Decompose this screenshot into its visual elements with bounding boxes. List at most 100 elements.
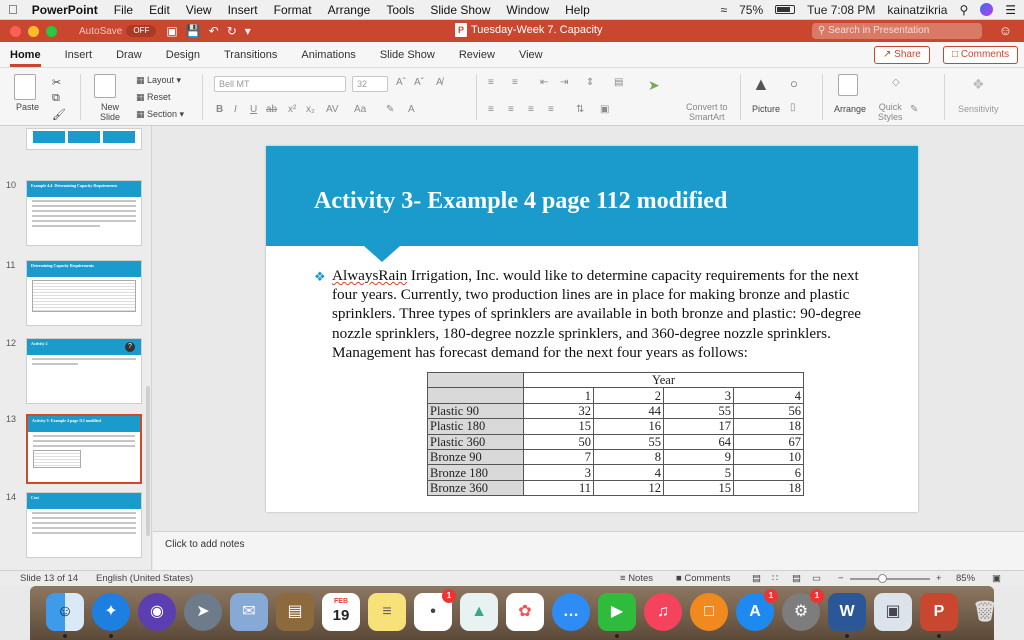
layout-button[interactable]: ▦ Layout ▾ [136, 75, 181, 86]
normal-view-icon[interactable]: ▤ [752, 573, 761, 584]
format-painter-icon[interactable]: 🖌 [52, 108, 66, 121]
zoom-in-icon[interactable]: + [936, 573, 942, 584]
align-text-icon[interactable]: ▣ [600, 104, 609, 115]
tab-view[interactable]: View [519, 43, 543, 67]
thumbnails-scrollbar[interactable] [146, 386, 150, 536]
line-spacing-icon[interactable]: ⇕ [586, 77, 594, 88]
change-case-icon[interactable]: Aa [354, 104, 366, 115]
menu-file[interactable]: File [114, 3, 133, 17]
increase-indent-icon[interactable]: ⇥ [560, 77, 568, 88]
preview-icon[interactable]: ▣ [874, 593, 912, 631]
align-center-icon[interactable]: ≡ [508, 104, 514, 115]
clear-formatting-icon[interactable]: A̸ [436, 77, 443, 88]
apple-icon[interactable]:  [8, 2, 18, 17]
slideshow-view-icon[interactable]: ▭ [812, 573, 821, 584]
language-indicator[interactable]: English (United States) [96, 573, 193, 584]
slide-thumbnail-12[interactable]: Activity 2 ? [26, 338, 142, 404]
share-button[interactable]: ↗ Share [874, 46, 930, 64]
numbering-icon[interactable]: ≡ [512, 77, 518, 88]
system-preferences-icon[interactable]: ⚙ 1 [782, 589, 824, 631]
tab-home[interactable]: Home [10, 43, 41, 67]
slide-thumbnail-11[interactable]: Determining Capacity Requirements [26, 260, 142, 326]
notes-placeholder[interactable]: Click to add notes [165, 539, 245, 550]
align-right-icon[interactable]: ≡ [528, 104, 534, 115]
arrange-label[interactable]: Arrange [834, 104, 866, 114]
fit-slide-icon[interactable]: ▣ [992, 573, 1001, 584]
notification-center-icon[interactable]: ☰ [1005, 3, 1016, 17]
minimize-window-button[interactable] [28, 25, 39, 37]
picture-icon[interactable]: ▲ [752, 74, 770, 95]
slide-thumbnail-13-selected[interactable]: Activity 3- Example 4 page 112 modified [26, 414, 142, 484]
justify-icon[interactable]: ≡ [548, 104, 554, 115]
music-icon[interactable]: ♫ [644, 593, 682, 631]
menu-slide-show[interactable]: Slide Show [430, 3, 490, 17]
slide[interactable]: Activity 3- Example 4 page 112 modified … [266, 146, 918, 512]
text-direction-icon[interactable]: ⇅ [576, 104, 584, 115]
zoom-slider-knob[interactable] [878, 574, 887, 583]
paste-label[interactable]: Paste [16, 102, 39, 112]
powerpoint-icon[interactable]: P [920, 593, 958, 631]
bold-icon[interactable]: B [216, 104, 223, 115]
tab-draw[interactable]: Draw [116, 43, 142, 67]
user-name[interactable]: kainatzikria [887, 3, 947, 17]
reminders-icon[interactable]: • 1 [414, 589, 456, 631]
menu-tools[interactable]: Tools [386, 3, 414, 17]
new-slide-icon[interactable] [94, 74, 116, 98]
shape-outline-icon[interactable]: ✎ [910, 104, 918, 115]
search-input[interactable]: ⚲ Search in Presentation [812, 23, 982, 39]
reading-view-icon[interactable]: ▤ [792, 573, 801, 584]
section-button[interactable]: ▦ Section ▾ [136, 109, 184, 120]
trash-icon[interactable]: 🗑 [966, 593, 1004, 631]
convert-to-smartart-label[interactable]: Convert to SmartArt [686, 102, 728, 122]
menu-insert[interactable]: Insert [228, 3, 258, 17]
contacts-icon[interactable]: ▤ [276, 593, 314, 631]
tab-review[interactable]: Review [459, 43, 495, 67]
convert-smartart-icon[interactable]: ➤ [648, 77, 660, 94]
facetime-icon[interactable]: ▶ [598, 593, 636, 631]
slide-thumbnail-9[interactable] [26, 128, 142, 150]
underline-icon[interactable]: U [250, 104, 257, 115]
close-window-button[interactable] [10, 25, 21, 37]
shapes-icon[interactable]: ○ [790, 76, 798, 91]
menu-format[interactable]: Format [274, 3, 312, 17]
cut-icon[interactable]: ✂ [52, 76, 61, 89]
slide-thumbnail-14[interactable]: Cost [26, 492, 142, 558]
decrease-font-size-icon[interactable]: Aˇ [414, 77, 424, 88]
sensitivity-label[interactable]: Sensitivity [958, 104, 999, 114]
safari-icon[interactable]: ✦ [92, 593, 130, 631]
notes-pane[interactable]: Click to add notes [153, 531, 1024, 570]
save-icon[interactable]: 💾 [186, 24, 201, 38]
zoom-window-button[interactable] [46, 25, 57, 37]
siri-icon[interactable] [980, 3, 994, 16]
subscript-icon[interactable]: x₂ [306, 104, 315, 115]
tab-design[interactable]: Design [166, 43, 200, 67]
notes-app-icon[interactable]: ≡ [368, 593, 406, 631]
presenter-icon[interactable]: ▣ [166, 24, 177, 38]
quick-styles-label[interactable]: Quick Styles [878, 102, 903, 122]
slide-title[interactable]: Activity 3- Example 4 page 112 modified [314, 188, 727, 215]
slide-body-text[interactable]: ❖ AlwaysRain Irrigation, Inc. would like… [314, 266, 884, 362]
strikethrough-icon[interactable]: ab [266, 104, 277, 115]
italic-icon[interactable]: I [234, 104, 237, 115]
arrange-icon[interactable] [838, 74, 858, 96]
comments-button[interactable]: □ Comments [943, 46, 1019, 64]
highlight-icon[interactable]: ✎ [386, 104, 394, 115]
slide-thumbnails-pane[interactable]: 10 Example 4.4- Determining Capacity Req… [0, 126, 152, 570]
spotlight-search-icon[interactable]: ⚲ [959, 3, 968, 17]
align-left-icon[interactable]: ≡ [488, 104, 494, 115]
siri-app-icon[interactable]: ◉ [138, 593, 176, 631]
reset-button[interactable]: ▦ Reset [136, 92, 171, 103]
superscript-icon[interactable]: x² [288, 104, 296, 115]
autosave-toggle[interactable]: OFF [126, 25, 157, 37]
new-slide-label[interactable]: New Slide [100, 102, 120, 122]
bullets-icon[interactable]: ≡ [488, 77, 494, 88]
books-icon[interactable]: □ [690, 593, 728, 631]
mail-icon[interactable]: ✉ [230, 593, 268, 631]
word-icon[interactable]: W [828, 593, 866, 631]
wifi-icon[interactable]: ≈ [721, 3, 728, 17]
text-box-icon[interactable]: ▯ [790, 102, 796, 113]
battery-icon[interactable] [775, 5, 796, 14]
sensitivity-icon[interactable]: ❖ [972, 76, 985, 93]
menu-view[interactable]: View [186, 3, 212, 17]
tab-insert[interactable]: Insert [65, 43, 93, 67]
